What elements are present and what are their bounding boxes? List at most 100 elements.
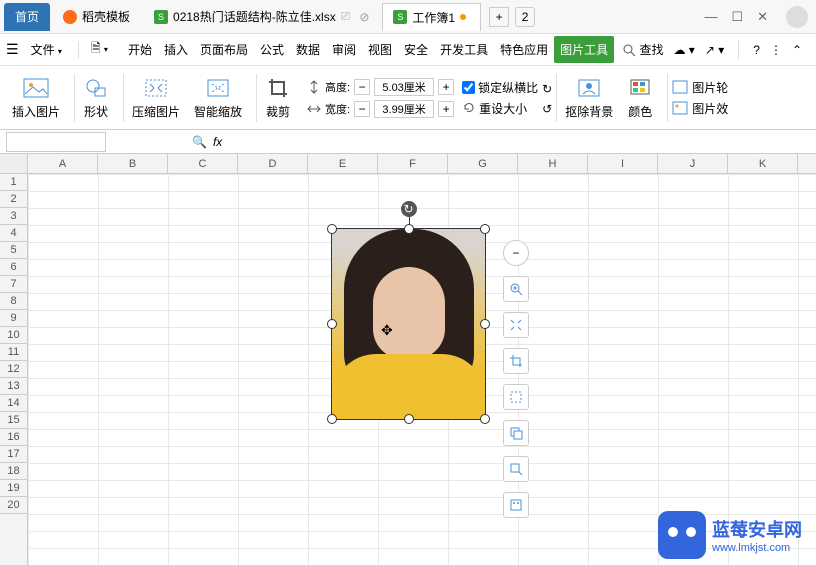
col-header[interactable]: C bbox=[168, 154, 238, 173]
row-header[interactable]: 9 bbox=[0, 310, 27, 327]
window-maximize-button[interactable]: ☐ bbox=[731, 9, 743, 25]
float-replace-button[interactable] bbox=[503, 456, 529, 482]
pic-outline-button[interactable]: 图片轮 bbox=[672, 79, 728, 96]
row-header[interactable]: 6 bbox=[0, 259, 27, 276]
crop-button[interactable]: 裁剪 bbox=[261, 73, 295, 122]
tab-count-badge[interactable]: 2 bbox=[515, 7, 535, 27]
menu-tab-start[interactable]: 开始 bbox=[122, 36, 158, 63]
width-input[interactable] bbox=[374, 100, 434, 118]
menu-tab-review[interactable]: 审阅 bbox=[326, 36, 362, 63]
row-header[interactable]: 7 bbox=[0, 276, 27, 293]
width-increase-button[interactable]: + bbox=[438, 101, 454, 117]
col-header[interactable]: B bbox=[98, 154, 168, 173]
menu-tab-insert[interactable]: 插入 bbox=[158, 36, 194, 63]
inserted-picture[interactable]: ↻ ✥ bbox=[331, 228, 486, 420]
menu-tab-layout[interactable]: 页面布局 bbox=[194, 36, 254, 63]
row-header[interactable]: 18 bbox=[0, 463, 27, 480]
col-header[interactable]: J bbox=[658, 154, 728, 173]
resize-handle-tm[interactable] bbox=[404, 224, 414, 234]
tab-file1[interactable]: S 0218热门话题结构-陈立佳.xlsx ⎚ ⊘ bbox=[143, 3, 380, 31]
row-header[interactable]: 14 bbox=[0, 395, 27, 412]
select-all-corner[interactable] bbox=[0, 154, 28, 173]
tab-close-icon[interactable]: ⊘ bbox=[359, 10, 369, 24]
menu-tab-special[interactable]: 特色应用 bbox=[494, 36, 554, 63]
menu-tab-formula[interactable]: 公式 bbox=[254, 36, 290, 63]
resize-handle-br[interactable] bbox=[480, 414, 490, 424]
row-header[interactable]: 3 bbox=[0, 208, 27, 225]
float-minus-button[interactable]: − bbox=[503, 240, 529, 266]
tab-docke[interactable]: 稻壳模板 bbox=[52, 3, 141, 31]
resize-handle-bm[interactable] bbox=[404, 414, 414, 424]
more-icon[interactable]: ⋮ bbox=[770, 43, 782, 57]
insert-picture-button[interactable]: 插入图片 bbox=[8, 73, 64, 122]
height-increase-button[interactable]: + bbox=[438, 79, 454, 95]
menu-tab-dev[interactable]: 开发工具 bbox=[434, 36, 494, 63]
resize-handle-ml[interactable] bbox=[327, 319, 337, 329]
col-header[interactable]: E bbox=[308, 154, 378, 173]
rotate-cw-icon[interactable]: ↻ bbox=[542, 82, 552, 96]
col-header[interactable]: A bbox=[28, 154, 98, 173]
col-header[interactable]: G bbox=[448, 154, 518, 173]
float-select-button[interactable] bbox=[503, 384, 529, 410]
tab-file2[interactable]: S 工作簿1 bbox=[382, 3, 481, 31]
row-header[interactable]: 10 bbox=[0, 327, 27, 344]
row-header[interactable]: 13 bbox=[0, 378, 27, 395]
tab-home[interactable]: 首页 bbox=[4, 3, 50, 31]
collapse-ribbon-icon[interactable]: ⌃ bbox=[792, 43, 802, 57]
float-ai-button[interactable] bbox=[503, 492, 529, 518]
row-header[interactable]: 15 bbox=[0, 412, 27, 429]
row-header[interactable]: 4 bbox=[0, 225, 27, 242]
color-button[interactable]: 颜色 bbox=[623, 73, 657, 122]
row-header[interactable]: 2 bbox=[0, 191, 27, 208]
height-input[interactable] bbox=[374, 78, 434, 96]
lock-ratio-checkbox[interactable]: 锁定纵横比 bbox=[462, 79, 538, 96]
help-icon[interactable]: ? bbox=[753, 43, 760, 57]
hamburger-icon[interactable]: ☰ bbox=[6, 41, 19, 58]
resize-handle-bl[interactable] bbox=[327, 414, 337, 424]
float-crop-button[interactable] bbox=[503, 348, 529, 374]
menu-tab-view[interactable]: 视图 bbox=[362, 36, 398, 63]
resize-handle-tr[interactable] bbox=[480, 224, 490, 234]
row-header[interactable]: 5 bbox=[0, 242, 27, 259]
share-icon[interactable]: ↗ ▾ bbox=[705, 43, 724, 57]
rotate-handle[interactable]: ↻ bbox=[401, 201, 417, 217]
float-zoom-button[interactable] bbox=[503, 276, 529, 302]
tab-new-button[interactable]: + bbox=[489, 7, 509, 27]
name-box-input[interactable] bbox=[6, 132, 106, 152]
col-header[interactable]: D bbox=[238, 154, 308, 173]
row-header[interactable]: 19 bbox=[0, 480, 27, 497]
col-header[interactable]: F bbox=[378, 154, 448, 173]
row-header[interactable]: 17 bbox=[0, 446, 27, 463]
menu-tab-data[interactable]: 数据 bbox=[290, 36, 326, 63]
menu-tab-security[interactable]: 安全 bbox=[398, 36, 434, 63]
row-header[interactable]: 11 bbox=[0, 344, 27, 361]
row-header[interactable]: 16 bbox=[0, 429, 27, 446]
window-minimize-button[interactable]: — bbox=[704, 9, 717, 25]
cloud-icon[interactable]: ☁ ▾ bbox=[673, 43, 694, 57]
search-button[interactable]: 查找 bbox=[622, 41, 663, 58]
row-header[interactable]: 12 bbox=[0, 361, 27, 378]
resize-handle-mr[interactable] bbox=[480, 319, 490, 329]
cells-area[interactable]: ↻ ✥ − bbox=[28, 174, 816, 565]
zoom-icon[interactable]: 🔍 bbox=[192, 135, 207, 149]
resize-handle-tl[interactable] bbox=[327, 224, 337, 234]
menu-tab-picture-tools[interactable]: 图片工具 bbox=[554, 36, 614, 63]
height-decrease-button[interactable]: − bbox=[354, 79, 370, 95]
fx-icon[interactable]: fx bbox=[213, 135, 222, 149]
remove-bg-button[interactable]: 抠除背景 bbox=[561, 73, 617, 122]
compress-button[interactable]: 压缩图片 bbox=[128, 73, 184, 122]
save-icon[interactable]: 🗎 ▾ bbox=[91, 39, 108, 60]
col-header[interactable]: I bbox=[588, 154, 658, 173]
col-header[interactable]: H bbox=[518, 154, 588, 173]
width-decrease-button[interactable]: − bbox=[354, 101, 370, 117]
rotate-ccw-icon[interactable]: ↺ bbox=[542, 102, 552, 116]
file-menu-button[interactable]: 文件 ▾ bbox=[27, 39, 66, 60]
window-close-button[interactable]: ✕ bbox=[757, 9, 768, 25]
user-avatar[interactable] bbox=[786, 6, 808, 28]
row-header[interactable]: 20 bbox=[0, 497, 27, 514]
pic-effect-button[interactable]: 图片效 bbox=[672, 100, 728, 117]
reset-size-button[interactable]: 重设大小 bbox=[462, 100, 538, 117]
float-fit-button[interactable] bbox=[503, 312, 529, 338]
lock-ratio-input[interactable] bbox=[462, 81, 475, 94]
row-header[interactable]: 1 bbox=[0, 174, 27, 191]
